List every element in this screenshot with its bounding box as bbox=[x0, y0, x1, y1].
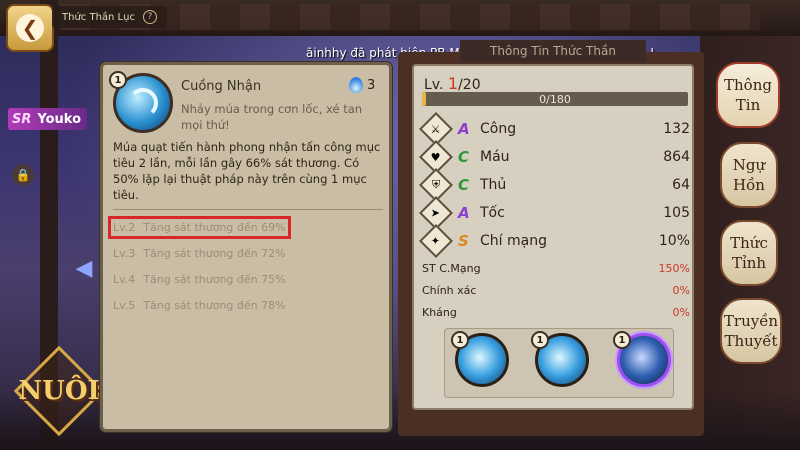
secondary-stat-value: 0% bbox=[672, 306, 690, 319]
upgrade-level: Lv.5 bbox=[113, 299, 136, 312]
skill-level-badge: 1 bbox=[109, 71, 127, 89]
skill-cost: 3 bbox=[349, 77, 375, 93]
stat-grade: C bbox=[458, 176, 470, 194]
character-name-tag: SR Youko bbox=[8, 108, 88, 130]
tab-info[interactable]: Thông Tin bbox=[716, 62, 780, 128]
secondary-stat-name: Chính xác bbox=[422, 284, 477, 297]
stat-row-hp: ♥ C Máu 864 bbox=[419, 140, 690, 174]
stat-name: Tốc bbox=[480, 205, 505, 221]
skill-upgrade-row: Lv.5 Tăng sát thương đến 78% bbox=[113, 299, 286, 312]
secondary-stat-name: ST C.Mạng bbox=[422, 262, 481, 275]
upgrade-text: Tăng sát thương đến 78% bbox=[143, 299, 286, 312]
stat-row-speed: ➤ A Tốc 105 bbox=[419, 196, 690, 230]
secondary-stat-value: 0% bbox=[672, 284, 690, 297]
lock-icon[interactable]: 🔒 bbox=[12, 164, 34, 186]
screen-title: Thức Thần Lục ? bbox=[52, 6, 167, 28]
ghost-fire-icon bbox=[349, 77, 363, 93]
level-max: /20 bbox=[458, 77, 481, 93]
skill-cost-value: 3 bbox=[367, 77, 376, 93]
crit-icon: ✦ bbox=[419, 224, 453, 258]
screen-title-text: Thức Thần Lục bbox=[62, 11, 135, 23]
tab-awaken[interactable]: Thức Tỉnh bbox=[720, 220, 778, 286]
secondary-stat-row: Chính xác 0% bbox=[422, 284, 690, 302]
rarity-badge: SR bbox=[12, 111, 32, 127]
stat-value: 64 bbox=[672, 177, 690, 193]
skill-detail-popup: 1 Cuồng Nhận 3 Nhảy múa trong cơn lốc, x… bbox=[100, 62, 392, 432]
secondary-stat-value: 150% bbox=[658, 262, 690, 275]
stat-grade: C bbox=[458, 148, 470, 166]
tab-legend[interactable]: Truyền Thuyết bbox=[720, 298, 782, 364]
upgrade-text: Tăng sát thương đến 69% bbox=[143, 221, 286, 234]
level-label: Lv. 1/20 bbox=[424, 74, 481, 93]
secondary-stat-name: Kháng bbox=[422, 306, 457, 319]
skill-slot-level: 1 bbox=[613, 331, 631, 349]
skill-description: Múa quạt tiến hành phong nhận tấn công m… bbox=[113, 140, 381, 202]
stat-value: 132 bbox=[663, 121, 690, 137]
info-icon[interactable]: ? bbox=[142, 10, 157, 24]
exp-text: 0/180 bbox=[539, 92, 571, 106]
stat-grade: A bbox=[458, 120, 470, 138]
logo-text: NUÔI bbox=[18, 376, 100, 406]
upgrade-text: Tăng sát thương đến 72% bbox=[143, 247, 286, 260]
stat-grade: S bbox=[458, 232, 469, 250]
upgrade-level: Lv.2 bbox=[113, 221, 136, 234]
skill-upgrade-row: Lv.3 Tăng sát thương đến 72% bbox=[113, 247, 286, 260]
skill-subtitle: Nhảy múa trong cơn lốc, xé tan mọi thứ! bbox=[181, 102, 363, 132]
stat-name: Thủ bbox=[480, 177, 507, 193]
stat-name: Chí mạng bbox=[480, 233, 547, 249]
divider bbox=[113, 209, 383, 210]
skill-name: Cuồng Nhận bbox=[181, 79, 262, 94]
stat-row-defense: ⛨ C Thủ 64 bbox=[419, 168, 690, 202]
back-button[interactable]: ❮ bbox=[6, 4, 54, 52]
skill-upgrade-row: Lv.2 Tăng sát thương đến 69% bbox=[108, 216, 291, 239]
skill-slot-level: 1 bbox=[531, 331, 549, 349]
tab-soul[interactable]: Ngự Hồn bbox=[720, 142, 778, 208]
skill-tray: 1 1 1 bbox=[444, 328, 674, 398]
skill-upgrade-row: Lv.4 Tăng sát thương đến 75% bbox=[113, 273, 286, 286]
stat-row-crit: ✦ S Chí mạng 10% bbox=[419, 224, 690, 258]
wind-swirl-icon bbox=[128, 88, 158, 118]
stat-name: Công bbox=[480, 121, 517, 137]
previous-arrow-icon[interactable]: ◀ bbox=[64, 256, 104, 281]
upgrade-level: Lv.3 bbox=[113, 247, 136, 260]
upgrade-text: Tăng sát thương đến 75% bbox=[143, 273, 286, 286]
skill-slot-level: 1 bbox=[451, 331, 469, 349]
character-name: Youko bbox=[37, 111, 82, 127]
stat-value: 105 bbox=[663, 205, 690, 221]
secondary-stat-row: ST C.Mạng 150% bbox=[422, 262, 690, 280]
secondary-stat-row: Kháng 0% bbox=[422, 306, 690, 324]
back-arrow-icon: ❮ bbox=[16, 14, 44, 42]
stat-name: Máu bbox=[480, 149, 510, 165]
nuoi-logo[interactable]: NUÔI bbox=[13, 345, 105, 437]
level-prefix: Lv. bbox=[424, 77, 444, 93]
stats-panel-title: Thông Tin Thức Thần bbox=[460, 40, 646, 62]
stat-row-attack: ⚔ A Công 132 bbox=[419, 112, 690, 146]
stat-value: 10% bbox=[658, 233, 690, 249]
stat-value: 864 bbox=[663, 149, 690, 165]
exp-bar: 0/180 bbox=[422, 92, 688, 106]
stats-panel: Lv. 1/20 0/180 ⚔ A Công 132 ♥ C Máu 864 … bbox=[412, 64, 694, 410]
stat-grade: A bbox=[458, 204, 470, 222]
upgrade-level: Lv.4 bbox=[113, 273, 136, 286]
level-current: 1 bbox=[447, 74, 459, 93]
